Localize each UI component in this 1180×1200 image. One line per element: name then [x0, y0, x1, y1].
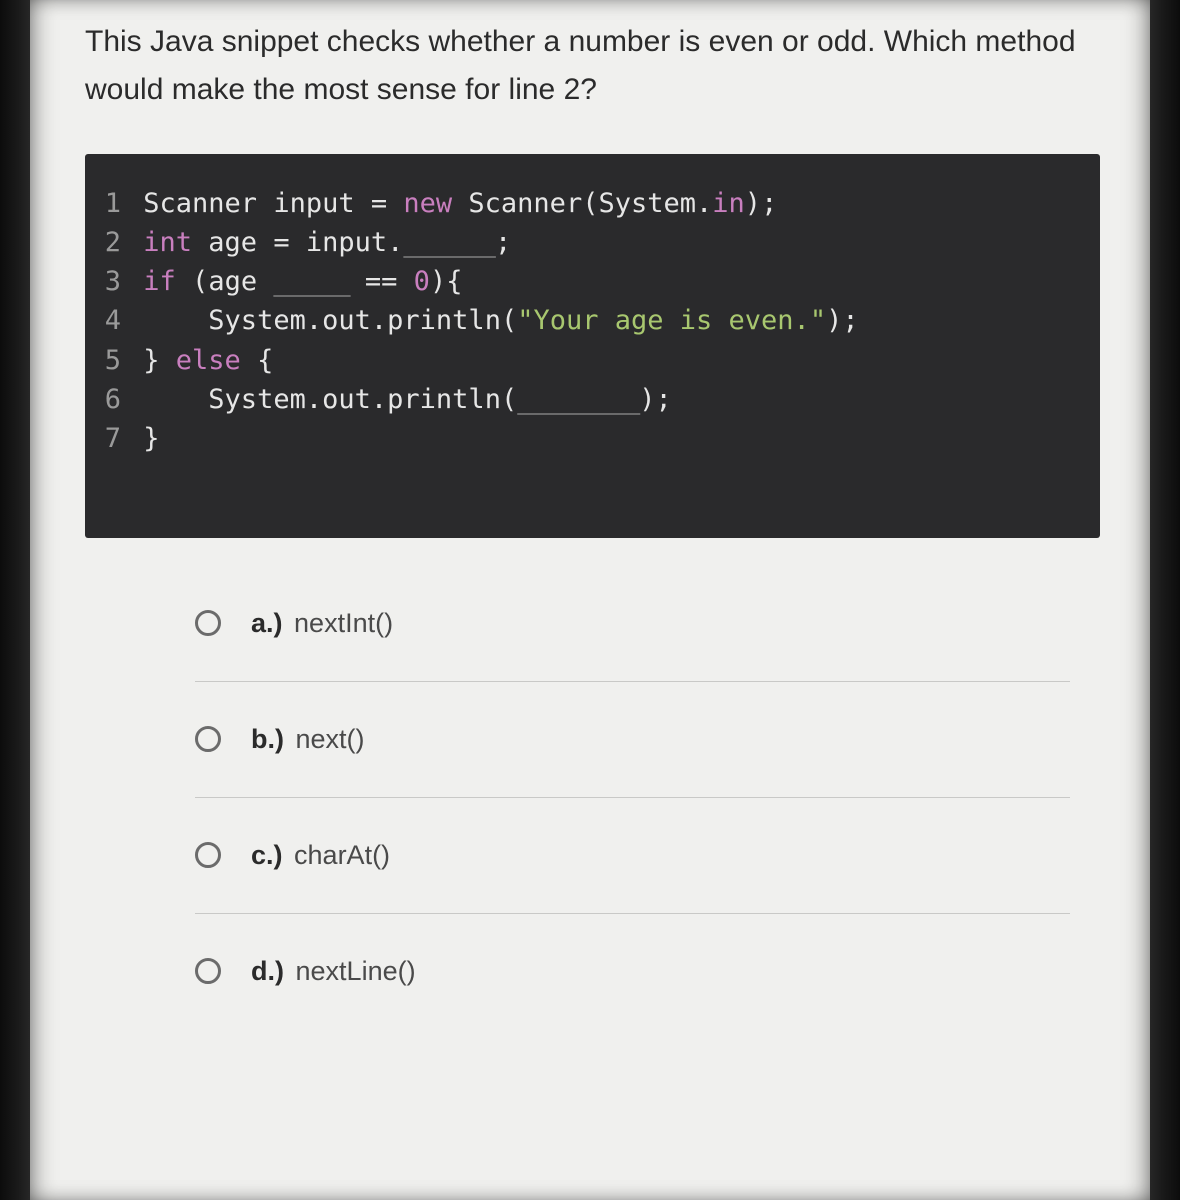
- blank-line6: ________: [517, 384, 639, 415]
- line-number: 5: [97, 341, 121, 380]
- option-text: d.) nextLine(): [251, 956, 416, 987]
- blank-line2: ______: [403, 227, 495, 258]
- line-number: 1: [97, 184, 121, 223]
- option-text: c.) charAt(): [251, 840, 390, 871]
- option-b[interactable]: b.) next(): [195, 682, 1070, 798]
- option-text: b.) next(): [251, 724, 365, 755]
- option-text: a.) nextInt(): [251, 608, 393, 639]
- radio-icon[interactable]: [195, 726, 221, 752]
- radio-icon[interactable]: [195, 610, 221, 636]
- quiz-page: This Java snippet checks whether a numbe…: [30, 0, 1150, 1200]
- option-d[interactable]: d.) nextLine(): [195, 914, 1070, 1029]
- option-c[interactable]: c.) charAt(): [195, 798, 1070, 914]
- answer-list: a.) nextInt() b.) next() c.) charAt() d.…: [85, 608, 1100, 1029]
- radio-icon[interactable]: [195, 842, 221, 868]
- line-number: 2: [97, 223, 121, 262]
- blank-line3: _____: [273, 266, 365, 297]
- line-number: 6: [97, 380, 121, 419]
- line-number: 3: [97, 262, 121, 301]
- code-snippet: 1 Scanner input = new Scanner(System.in)…: [85, 154, 1100, 538]
- option-a[interactable]: a.) nextInt(): [195, 608, 1070, 682]
- line-number: 7: [97, 419, 121, 458]
- line-number: 4: [97, 301, 121, 340]
- radio-icon[interactable]: [195, 958, 221, 984]
- question-text: This Java snippet checks whether a numbe…: [85, 18, 1100, 114]
